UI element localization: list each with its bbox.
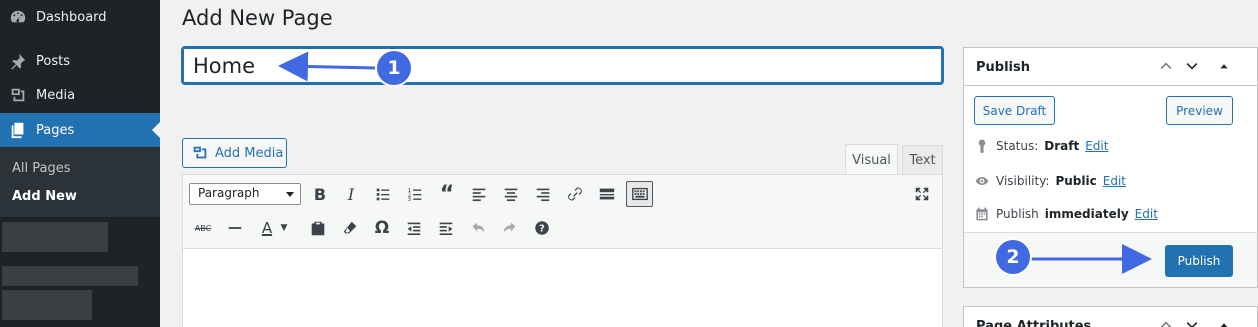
italic-icon[interactable]: I bbox=[339, 182, 363, 206]
undo-icon[interactable] bbox=[466, 216, 490, 240]
annotation-callout-2: 2 bbox=[996, 240, 1030, 274]
sidebar-item-media[interactable]: Media bbox=[0, 78, 160, 112]
annotation-callout-1: 1 bbox=[377, 51, 411, 85]
media-icon bbox=[0, 86, 36, 104]
visibility-value: Public bbox=[1055, 174, 1097, 188]
page-attributes-box: Page Attributes bbox=[963, 306, 1258, 327]
sidebar-item-label: Posts bbox=[36, 53, 70, 69]
collapse-toggle-icon[interactable] bbox=[1214, 56, 1234, 76]
sidebar-item-label: Pages bbox=[36, 122, 75, 138]
add-media-icon bbox=[193, 146, 207, 159]
visibility-edit-link[interactable]: Edit bbox=[1103, 174, 1126, 188]
strikethrough-icon[interactable]: ABC bbox=[191, 216, 215, 240]
format-select[interactable]: Paragraph bbox=[189, 183, 301, 205]
move-up-icon[interactable] bbox=[1156, 315, 1176, 327]
content-editor[interactable]: Paragraph B I 123 “ ABC A ▼ Ω ? bbox=[182, 174, 943, 327]
redo-icon[interactable] bbox=[498, 216, 522, 240]
indent-icon[interactable] bbox=[434, 216, 458, 240]
text-color-icon[interactable]: A bbox=[255, 216, 279, 240]
calendar-icon bbox=[976, 207, 988, 221]
publish-button[interactable]: Publish bbox=[1165, 245, 1233, 277]
special-character-icon[interactable]: Ω bbox=[370, 216, 394, 240]
page-attributes-title: Page Attributes bbox=[976, 319, 1092, 327]
move-down-icon[interactable] bbox=[1182, 56, 1202, 76]
move-down-icon[interactable] bbox=[1182, 315, 1202, 327]
obscured-menu-item bbox=[2, 266, 138, 286]
publish-date-label: Publish bbox=[996, 207, 1039, 221]
svg-text:3: 3 bbox=[408, 197, 411, 203]
preview-button[interactable]: Preview bbox=[1166, 96, 1233, 125]
sidebar-item-pages[interactable]: Pages bbox=[0, 113, 160, 147]
align-right-icon[interactable] bbox=[531, 182, 555, 206]
pages-submenu: All Pages Add New bbox=[0, 147, 160, 217]
numbered-list-icon[interactable]: 123 bbox=[403, 182, 427, 206]
submenu-add-new[interactable]: Add New bbox=[12, 189, 77, 204]
status-value: Draft bbox=[1044, 139, 1080, 153]
page-title: Add New Page bbox=[182, 6, 333, 30]
add-media-button[interactable]: Add Media bbox=[182, 138, 287, 168]
publish-date-row: Publish immediately Edit bbox=[974, 206, 1158, 222]
sidebar-item-label: Media bbox=[36, 87, 76, 103]
status-label: Status: bbox=[996, 139, 1039, 153]
svg-text:?: ? bbox=[539, 224, 545, 235]
add-media-label: Add Media bbox=[215, 145, 284, 161]
text-color-dropdown-icon[interactable]: ▼ bbox=[277, 216, 291, 240]
editor-toolbar: Paragraph B I 123 “ ABC A ▼ Ω ? bbox=[183, 175, 942, 249]
publish-box-title: Publish bbox=[976, 60, 1030, 75]
align-center-icon[interactable] bbox=[499, 182, 523, 206]
pages-icon bbox=[0, 121, 36, 139]
publish-date-value: immediately bbox=[1044, 207, 1129, 221]
fullscreen-icon[interactable] bbox=[910, 182, 934, 206]
align-left-icon[interactable] bbox=[467, 182, 491, 206]
dashboard-icon bbox=[0, 8, 36, 26]
tab-text[interactable]: Text bbox=[902, 145, 943, 174]
blockquote-icon[interactable]: “ bbox=[435, 182, 459, 207]
horizontal-line-icon[interactable] bbox=[223, 216, 247, 240]
pin-icon bbox=[978, 139, 986, 154]
paste-text-icon[interactable] bbox=[306, 216, 330, 240]
toolbar-toggle-icon[interactable] bbox=[626, 181, 653, 207]
bullet-list-icon[interactable] bbox=[371, 182, 395, 206]
sidebar-item-label: Dashboard bbox=[36, 9, 107, 25]
save-draft-button[interactable]: Save Draft bbox=[974, 96, 1055, 125]
eye-icon bbox=[975, 177, 989, 185]
help-icon[interactable]: ? bbox=[530, 216, 554, 240]
bold-icon[interactable]: B bbox=[308, 182, 332, 206]
status-edit-link[interactable]: Edit bbox=[1085, 139, 1108, 153]
sidebar-item-dashboard[interactable]: Dashboard bbox=[0, 0, 160, 34]
visibility-row: Visibility: Public Edit bbox=[974, 173, 1126, 189]
outdent-icon[interactable] bbox=[402, 216, 426, 240]
move-up-icon[interactable] bbox=[1156, 56, 1176, 76]
pushpin-icon bbox=[0, 52, 36, 70]
submenu-all-pages[interactable]: All Pages bbox=[12, 161, 71, 176]
clear-formatting-icon[interactable] bbox=[338, 216, 362, 240]
collapse-toggle-icon[interactable] bbox=[1214, 315, 1234, 327]
visibility-label: Visibility: bbox=[996, 174, 1050, 188]
obscured-menu-item bbox=[2, 222, 108, 252]
publish-date-edit-link[interactable]: Edit bbox=[1135, 207, 1158, 221]
tab-visual[interactable]: Visual bbox=[845, 144, 898, 175]
link-icon[interactable] bbox=[563, 182, 587, 206]
publish-box-header: Publish bbox=[964, 48, 1257, 86]
obscured-menu-item bbox=[2, 290, 92, 320]
sidebar-item-posts[interactable]: Posts bbox=[0, 44, 160, 78]
read-more-icon[interactable] bbox=[595, 182, 619, 206]
admin-sidebar: Dashboard Posts Media Pages All Pages Ad… bbox=[0, 0, 160, 327]
status-row: Status: Draft Edit bbox=[974, 138, 1108, 154]
page-title-input[interactable]: Home bbox=[181, 46, 944, 85]
